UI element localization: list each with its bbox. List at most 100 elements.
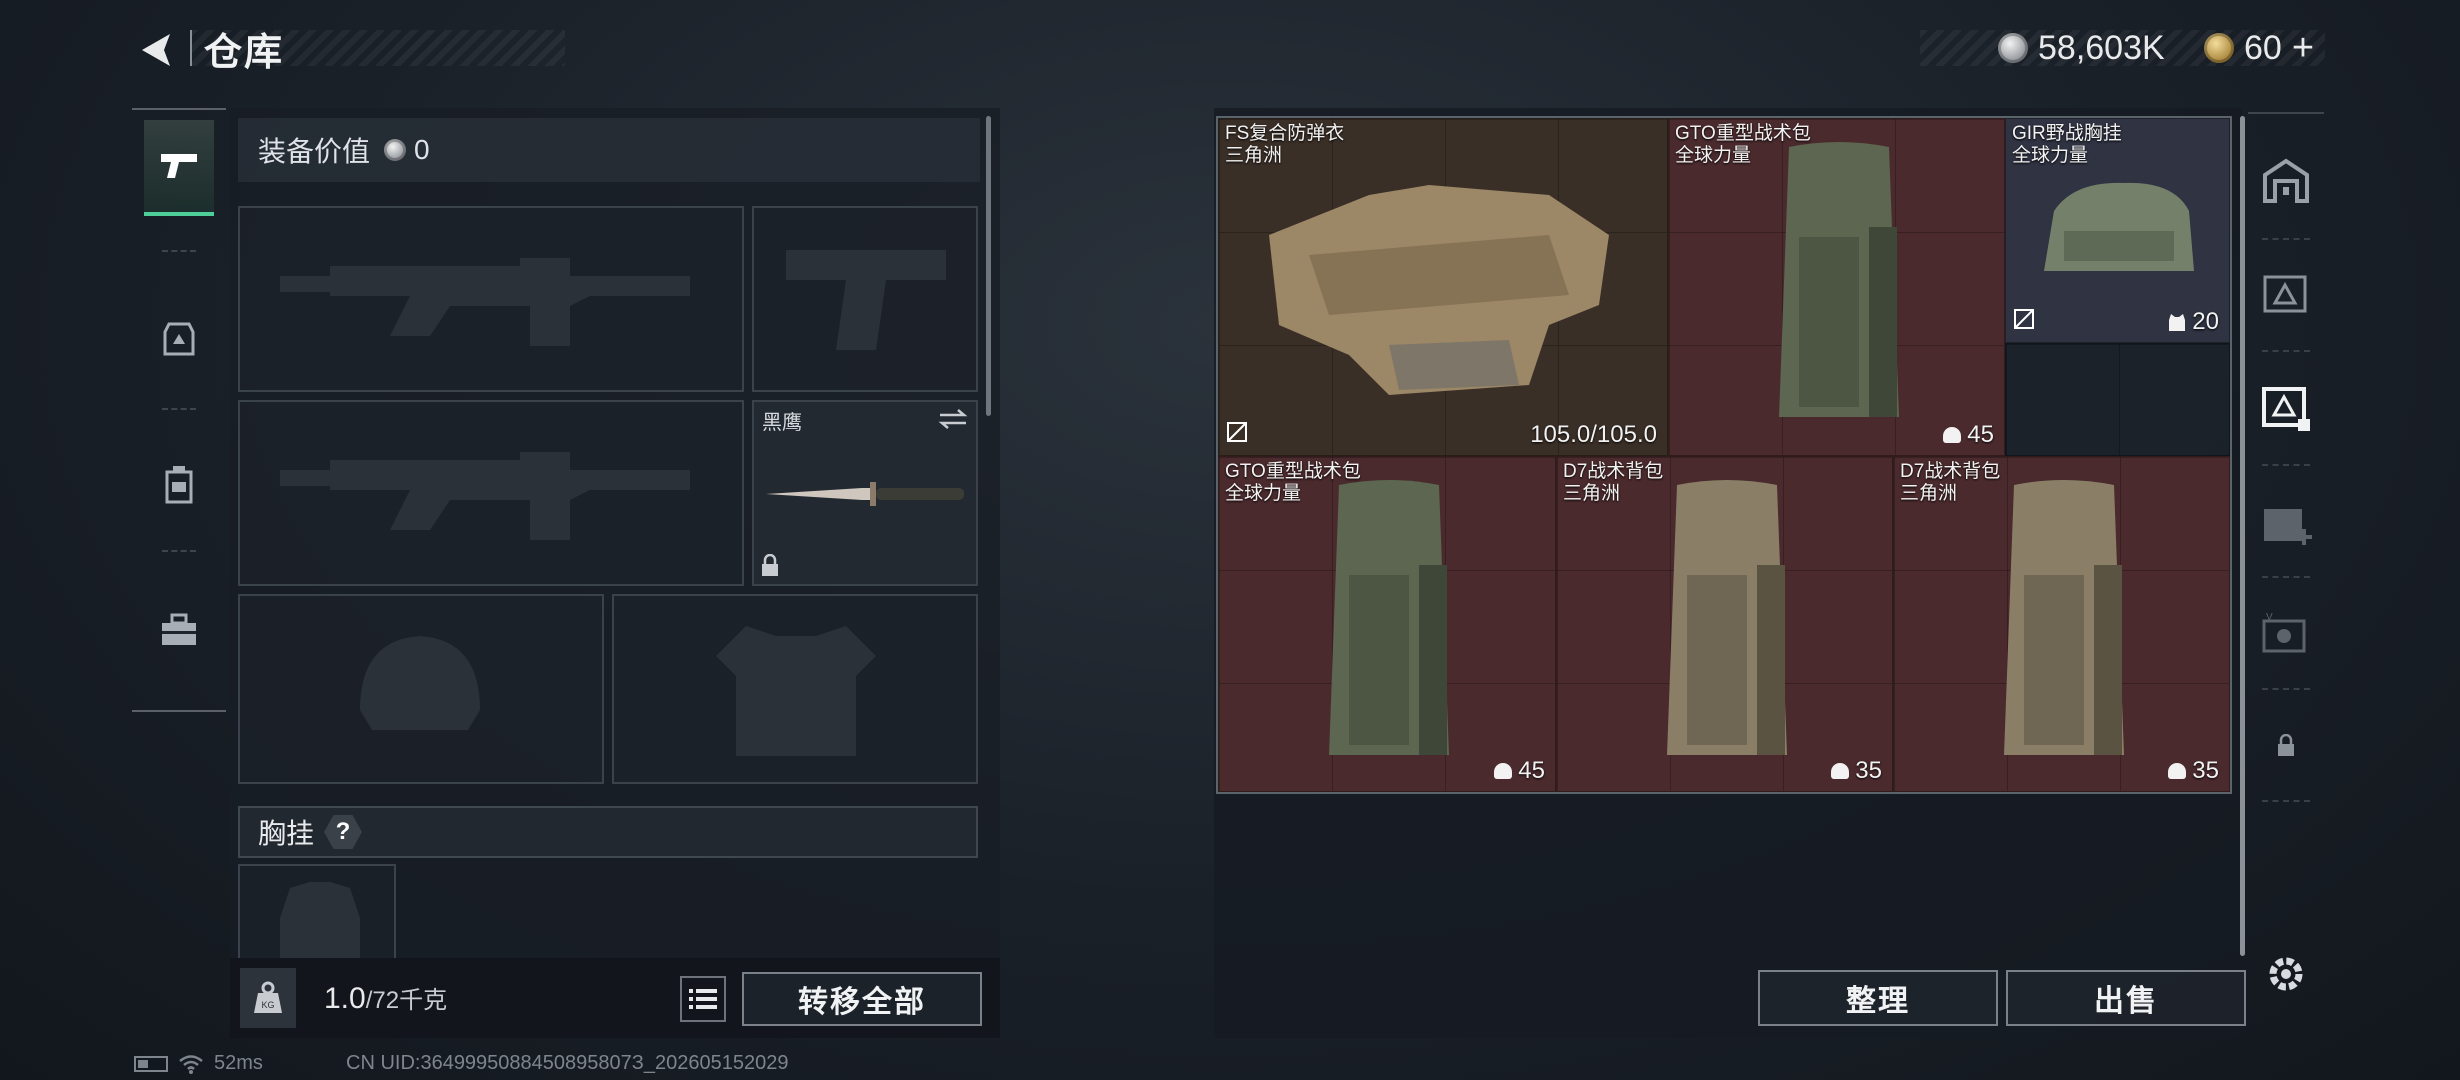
svg-text:KG: KG	[261, 1000, 274, 1010]
secondary-weapon-slot[interactable]	[238, 400, 744, 586]
melee-name: 黑鹰	[762, 412, 802, 434]
storage-tab-add[interactable]	[2256, 494, 2316, 554]
gold-coin-icon	[2204, 33, 2234, 63]
helmet-bag-icon	[163, 322, 195, 356]
swap-icon[interactable]	[938, 408, 968, 430]
capacity-icon	[1831, 763, 1850, 779]
storage-scrollbar[interactable]	[2240, 116, 2245, 956]
storage-tab-locked[interactable]	[2256, 716, 2316, 776]
chest-rig-silhouette-icon	[280, 882, 360, 958]
item-title: GIR野战胸挂 全球力量	[2012, 123, 2122, 167]
chest-rig-label: 胸挂	[258, 818, 315, 849]
item-title: FS复合防弹衣 三角洲	[1225, 123, 1344, 167]
nav-separator	[2262, 688, 2310, 690]
armor-slot[interactable]	[612, 594, 978, 784]
vip-storage-icon: V	[2262, 612, 2306, 653]
equipment-scrollbar[interactable]	[986, 116, 991, 416]
equipment-value-header: 装备价值 0	[238, 118, 980, 182]
chest-rig-slot[interactable]	[238, 864, 396, 958]
nav-separator	[162, 408, 196, 410]
storage-tab-1[interactable]	[2256, 264, 2316, 324]
helmet-slot[interactable]	[238, 594, 604, 784]
pistol-slot[interactable]	[752, 206, 978, 392]
item-capacity: 20	[2168, 308, 2219, 336]
item-title: GTO重型战术包 全球力量	[1675, 123, 1811, 167]
rifle-silhouette-icon	[280, 258, 690, 346]
gear-icon	[2269, 957, 2303, 991]
knife-icon	[766, 482, 964, 506]
battery-icon	[134, 1055, 168, 1072]
nav-separator	[2262, 350, 2310, 352]
chest-rig-icon	[2044, 182, 2194, 271]
lock-icon	[2278, 734, 2294, 756]
item-capacity: 45	[1943, 421, 1994, 449]
back-button[interactable]	[128, 22, 184, 78]
page-title: 仓库	[204, 31, 285, 74]
item-name: GIR野战胸挂	[2012, 123, 2122, 144]
no-insure-icon	[1225, 420, 1249, 449]
wifi-icon	[179, 1054, 203, 1074]
item-name: FS复合防弹衣	[1225, 123, 1345, 144]
warehouse-icon	[2263, 158, 2309, 203]
item-capacity: 45	[1494, 757, 1545, 785]
primary-weapon-slot[interactable]	[238, 206, 744, 392]
storage-item-d7-backpack[interactable]: D7战术背包 三角洲 35	[1556, 456, 1893, 792]
transfer-all-button[interactable]: 转移全部	[742, 972, 982, 1026]
uid-text: CN UID:3649995088450895807З_20260515202​…	[346, 1052, 789, 1074]
list-view-button[interactable]	[680, 976, 726, 1022]
item-title: D7战术背包 三角洲	[1900, 461, 2000, 505]
storage-item-gto-bag[interactable]: GTO重型战术包 全球力量 45	[1668, 118, 2005, 456]
backpack-icon	[1779, 142, 1899, 417]
silver-currency[interactable]: 58,603K	[1998, 28, 2165, 68]
nav-weapons-tab[interactable]	[144, 120, 214, 216]
nav-separator	[2262, 576, 2310, 578]
vest-capacity-icon	[2169, 314, 2186, 331]
storage-tab-vip[interactable]: V	[2256, 604, 2316, 664]
storage-item-armor[interactable]: FS复合防弹衣 三角洲 105.0/105.0	[1218, 118, 1668, 456]
svg-text:V: V	[2266, 612, 2273, 623]
storage-box-icon	[2263, 275, 2307, 313]
backpack-icon	[165, 466, 193, 504]
nav-backpack-tab[interactable]	[144, 436, 214, 532]
pistol-icon	[161, 154, 197, 178]
item-origin: 三角洲	[1900, 483, 1958, 504]
gold-amount: 60	[2244, 28, 2282, 67]
storage-tab-warehouse[interactable]	[2256, 150, 2316, 210]
nav-separator	[162, 550, 196, 552]
item-title: D7战术背包 三角洲	[1563, 461, 1663, 505]
backpack-icon	[2004, 480, 2124, 755]
silver-coin-icon	[1998, 33, 2028, 63]
helmet-silhouette-icon	[360, 636, 480, 730]
add-gold-icon[interactable]: +	[2292, 27, 2314, 70]
left-category-nav	[132, 108, 226, 712]
device-status: 52ms	[134, 1052, 263, 1075]
settings-button[interactable]	[2262, 950, 2310, 998]
item-name: GTO重型战术包	[1675, 123, 1811, 144]
nav-tools-tab[interactable]	[144, 582, 214, 678]
item-origin: 全球力量	[1225, 483, 1302, 504]
gold-currency[interactable]: 60 +	[2204, 27, 2314, 70]
item-origin: 全球力量	[1675, 145, 1752, 166]
storage-grid: FS复合防弹衣 三角洲 105.0/105.0 GTO重型战术包 全球力量 45…	[1216, 116, 2232, 794]
storage-item-gir-chest-rig[interactable]: GIR野战胸挂 全球力量 20	[2005, 118, 2230, 343]
storage-item-d7-backpack[interactable]: D7战术背包 三角洲 35	[1893, 456, 2230, 792]
lock-icon	[762, 554, 778, 576]
sell-button[interactable]: 出售	[2006, 970, 2246, 1026]
title-bar: 仓库	[190, 30, 565, 74]
nav-gear-tab[interactable]	[144, 290, 214, 386]
weight-bag-button[interactable]: KG	[240, 968, 296, 1028]
melee-slot[interactable]: 黑鹰	[752, 400, 978, 586]
nav-separator	[162, 250, 196, 252]
empty-grid-cell[interactable]	[2005, 343, 2230, 456]
item-capacity: 35	[2168, 757, 2219, 785]
help-icon[interactable]: ?	[324, 815, 363, 849]
item-title: GTO重型战术包 全球力量	[1225, 461, 1361, 505]
storage-tab-2-active[interactable]	[2256, 378, 2316, 438]
nav-separator	[2262, 464, 2310, 466]
nav-separator	[2262, 800, 2310, 802]
weight-readout: 1.0/72千克	[324, 980, 447, 1016]
storage-item-gto-bag[interactable]: GTO重型战术包 全球力量 45	[1218, 456, 1556, 792]
ping-text: 52ms	[214, 1052, 263, 1074]
organize-button[interactable]: 整理	[1758, 970, 1998, 1026]
item-origin: 全球力量	[2012, 145, 2089, 166]
